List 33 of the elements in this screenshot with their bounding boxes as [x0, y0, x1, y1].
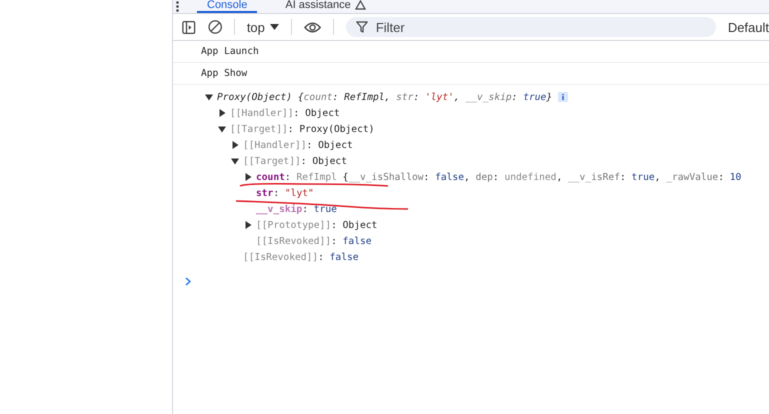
property-row: [[Handler]]: Object	[243, 140, 353, 150]
context-dropdown[interactable]: top	[246, 20, 279, 34]
log-message: App Show	[201, 68, 248, 79]
collapsed-triangle-icon[interactable]	[218, 109, 226, 117]
eye-icon[interactable]	[304, 20, 321, 34]
collapsed-triangle-icon[interactable]	[244, 221, 252, 229]
property-row: [[Handler]]: Object	[230, 108, 340, 118]
filter-field[interactable]: Filter	[346, 17, 716, 37]
log-levels-dropdown[interactable]: Default	[728, 20, 769, 34]
filter-icon	[356, 21, 368, 33]
collapsed-triangle-icon[interactable]	[244, 173, 252, 181]
property-row: [[IsRevoked]]: false	[243, 252, 359, 262]
panel-tab[interactable]: Console	[197, 0, 258, 13]
info-icon[interactable]	[558, 92, 568, 102]
property-row: __v_skip: true	[256, 204, 337, 214]
clear-console-icon[interactable]	[208, 19, 222, 35]
expanded-triangle-icon[interactable]	[218, 125, 226, 133]
property-row: count: RefImpl {__v_isShallow: false, dep: undefined, __v_isRef: true, _rawValue: 10	[256, 172, 742, 182]
property-row: [[IsRevoked]]: false	[256, 236, 372, 246]
prompt-chevron-icon[interactable]	[185, 277, 191, 286]
property-row: str: "lyt"	[256, 188, 314, 198]
property-row: [[Target]]: Proxy(Object)	[230, 124, 374, 134]
caret-icon	[270, 24, 279, 30]
expanded-triangle-icon[interactable]	[231, 157, 239, 165]
property-row: [[Prototype]]: Object	[256, 220, 378, 230]
property-row: [[Target]]: Object	[243, 156, 347, 166]
panel-tab[interactable]: AI assistance	[275, 0, 376, 13]
object-summary: Proxy(Object) {count: RefImpl, str: 'lyt', __v_skip: true}	[217, 92, 552, 102]
collapsed-triangle-icon[interactable]	[231, 141, 239, 149]
expanded-triangle-icon[interactable]	[205, 93, 213, 101]
more-options-icon[interactable]	[176, 1, 179, 12]
sidebar-toggle-icon[interactable]	[182, 20, 196, 34]
log-message: App Launch	[201, 46, 259, 57]
